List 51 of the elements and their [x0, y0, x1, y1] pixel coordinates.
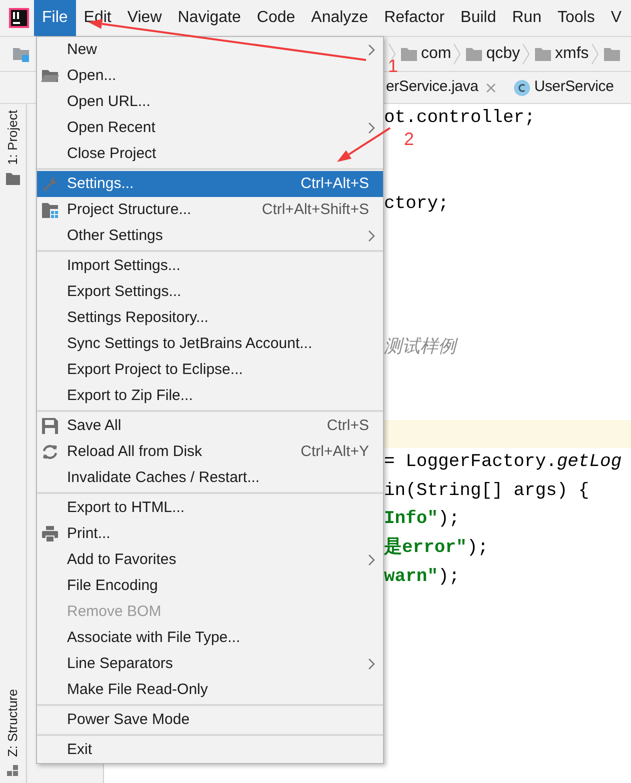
code-line: = LoggerFactory.getLog: [384, 451, 622, 474]
menu-bar-item[interactable]: Build: [452, 0, 504, 36]
menu-bar-item[interactable]: Refactor: [376, 0, 453, 36]
menu-item[interactable]: Invalidate Caches / Restart...: [37, 465, 383, 491]
code-line: 测试样例: [384, 335, 456, 360]
menu-item[interactable]: Other Settings: [37, 223, 383, 249]
menu-item[interactable]: Settings Repository...: [37, 305, 383, 331]
menu-item[interactable]: Open Recent: [37, 115, 383, 141]
annotation-number: 2: [404, 129, 414, 149]
menu-bar-item[interactable]: File: [34, 0, 76, 36]
code-line: 是error");: [384, 536, 488, 560]
menu-item[interactable]: Close Project: [37, 141, 383, 167]
menu-bar-item[interactable]: View: [119, 0, 170, 36]
menu-item[interactable]: Project Structure... Ctrl+Alt+Shift+S: [37, 197, 383, 223]
menu-item[interactable]: Exit: [37, 737, 383, 763]
menu-bar-item[interactable]: Code: [248, 0, 304, 36]
menu-bar-item[interactable]: Run: [504, 0, 550, 36]
menu-item[interactable]: Export Project to Eclipse...: [37, 357, 383, 383]
menu-item[interactable]: Reload All from Disk Ctrl+Alt+Y: [37, 439, 383, 465]
menu-item[interactable]: File Encoding: [37, 573, 383, 599]
code-line: ctory;: [384, 192, 449, 216]
menu-item[interactable]: Save All Ctrl+S: [37, 413, 383, 439]
code-line: in(String[] args) {: [384, 480, 590, 503]
menu-item[interactable]: Associate with File Type...: [37, 625, 383, 651]
menu-item[interactable]: Power Save Mode: [37, 707, 383, 733]
menu-item[interactable]: Open...: [37, 63, 383, 89]
menu-item[interactable]: Export Settings...: [37, 279, 383, 305]
menu-item[interactable]: Print...: [37, 521, 383, 547]
code-line: Info");: [384, 508, 460, 532]
menu-item[interactable]: Settings... Ctrl+Alt+S: [37, 171, 383, 197]
breadcrumb-item[interactable]: com: [421, 42, 452, 66]
menu-item[interactable]: Make File Read-Only: [37, 677, 383, 703]
menu-item[interactable]: Export to Zip File...: [37, 383, 383, 409]
menu-item[interactable]: Import Settings...: [37, 253, 383, 279]
project-tool-tab[interactable]: 1: Project: [3, 110, 23, 165]
code-line: warn");: [384, 566, 460, 589]
menu-item[interactable]: Line Separators: [37, 651, 383, 677]
breadcrumb-item[interactable]: qcby: [486, 42, 520, 66]
menu-item[interactable]: Sync Settings to JetBrains Account...: [37, 331, 383, 357]
menu-bar-item[interactable]: Tools: [549, 0, 603, 36]
menu-bar-item[interactable]: Navigate: [170, 0, 249, 36]
menu-bar-item[interactable]: Analyze: [303, 0, 376, 36]
editor-tab[interactable]: UserService: [504, 72, 622, 103]
menu-item[interactable]: Export to HTML...: [37, 495, 383, 521]
code-line: ot.controller;: [384, 106, 536, 130]
menu-item[interactable]: Open URL...: [37, 89, 383, 115]
breadcrumb-item[interactable]: xmfs: [555, 42, 589, 66]
menu-item[interactable]: New: [37, 37, 383, 63]
structure-tool-tab[interactable]: Z: Structure: [3, 689, 23, 757]
menu-bar-item[interactable]: V: [602, 0, 630, 36]
menu-item[interactable]: Add to Favorites: [37, 547, 383, 573]
